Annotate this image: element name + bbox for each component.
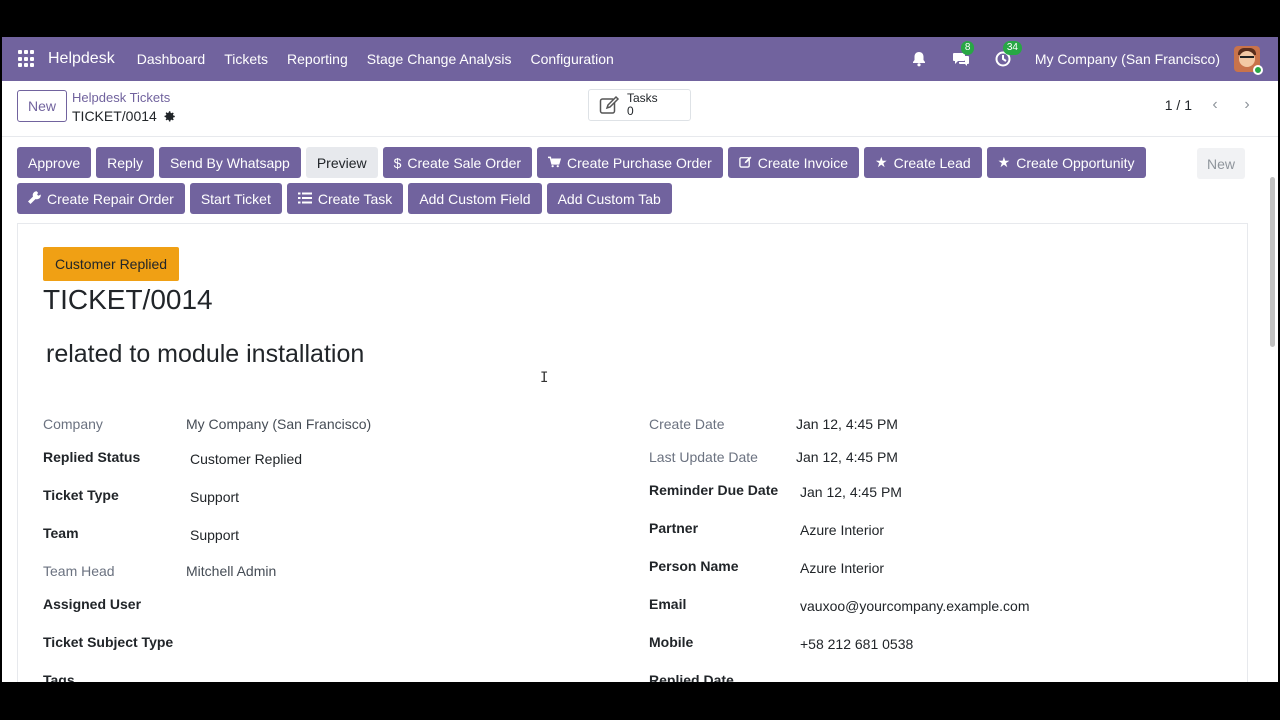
messages-icon[interactable]: 8 [951,41,975,69]
user-avatar[interactable] [1234,46,1263,75]
mobile-label: Mobile [649,634,694,650]
breadcrumb-current: TICKET/0014 [72,107,176,125]
mobile-field[interactable]: +58 212 681 0538 [800,636,913,652]
page-scrollbar[interactable] [1270,177,1275,347]
list-icon [297,191,312,207]
create-opportunity-button[interactable]: ★ Create Opportunity [986,147,1146,178]
stage-status-badge[interactable]: Customer Replied [43,247,180,281]
company-value: My Company (San Francisco) [186,416,372,432]
tags-label: Tags [43,672,75,682]
top-navbar: Helpdesk Dashboard Tickets Reporting Sta… [2,37,1278,81]
replied-status-label: Replied Status [43,449,141,465]
form-sheet: Customer Replied TICKET/0014 related to … [17,223,1248,682]
email-field[interactable]: vauxoo@yourcompany.example.com [800,598,1030,614]
breadcrumb-parent-link[interactable]: Helpdesk Tickets [72,90,176,106]
tasks-smart-button[interactable]: Tasks 0 [588,89,691,121]
tasks-count: 0 [627,104,634,118]
company-label: Company [43,416,103,432]
create-purchase-order-button[interactable]: Create Purchase Order [537,147,723,178]
apps-menu-icon[interactable] [18,50,36,68]
breadcrumb: Helpdesk Tickets TICKET/0014 [72,90,176,125]
replied-date-label: Replied Date [649,672,734,682]
new-button-secondary[interactable]: New [1197,148,1246,179]
ticket-type-field[interactable]: Support [190,489,239,505]
breadcrumb-current-label: TICKET/0014 [72,108,157,124]
action-row-1: Approve Reply Send By Whatsapp Preview $… [17,147,1177,178]
person-name-field[interactable]: Azure Interior [800,560,884,576]
pager: 1 / 1 ‹ › [1165,96,1256,114]
team-head-label: Team Head [43,563,115,579]
reply-button[interactable]: Reply [96,147,154,178]
gear-icon[interactable] [163,110,176,123]
activities-count-badge: 34 [1002,41,1022,55]
nav-configuration[interactable]: Configuration [531,51,614,67]
partner-field[interactable]: Azure Interior [800,522,884,538]
chevron-right-icon[interactable]: › [1238,96,1256,114]
new-record-button[interactable]: New [17,90,68,122]
company-switcher[interactable]: My Company (San Francisco) [1035,51,1220,67]
replied-status-field[interactable]: Customer Replied [190,451,302,467]
create-repair-order-button[interactable]: Create Repair Order [17,183,185,214]
add-custom-tab-button[interactable]: Add Custom Tab [546,183,672,214]
edit-tasks-icon [599,95,620,114]
nav-stage-change-analysis[interactable]: Stage Change Analysis [367,51,512,67]
header-action-buttons: Approve Reply Send By Whatsapp Preview $… [17,147,1177,219]
navbar-systray: 8 34 My Company (San Francisco) [909,37,1278,81]
activities-clock-icon[interactable]: 34 [993,41,1022,69]
action-row-2: Create Repair Order Start Ticket Create … [17,183,1177,214]
reminder-due-date-label: Reminder Due Date [649,482,779,498]
create-invoice-button[interactable]: Create Invoice [727,147,860,178]
last-update-date-label: Last Update Date [649,449,758,465]
team-field[interactable]: Support [190,527,239,543]
team-label: Team [43,525,79,541]
approve-button[interactable]: Approve [17,147,92,178]
ticket-type-label: Ticket Type [43,487,119,503]
online-status-dot [1253,65,1263,75]
star-icon: ★ [997,154,1011,170]
pager-value[interactable]: 1 / 1 [1165,97,1192,113]
team-head-value: Mitchell Admin [186,563,277,579]
nav-tickets[interactable]: Tickets [224,51,268,67]
create-date-value: Jan 12, 4:45 PM [796,416,898,432]
reminder-due-date-field[interactable]: Jan 12, 4:45 PM [800,484,902,500]
create-sale-order-button[interactable]: $ Create Sale Order [382,147,533,178]
app-brand[interactable]: Helpdesk [48,50,115,68]
create-lead-button[interactable]: ★ Create Lead [864,147,982,178]
wrench-icon [28,190,41,207]
email-label: Email [649,596,687,612]
last-update-date-value: Jan 12, 4:45 PM [796,449,898,465]
preview-button[interactable]: Preview [305,147,378,178]
dollar-icon: $ [393,154,402,171]
helpdesk-app: Helpdesk Dashboard Tickets Reporting Sta… [2,37,1278,682]
ticket-name[interactable]: TICKET/0014 [43,284,213,316]
add-custom-field-button[interactable]: Add Custom Field [408,183,542,214]
star-icon: ★ [875,154,888,170]
chevron-left-icon[interactable]: ‹ [1206,96,1224,114]
create-task-button[interactable]: Create Task [286,183,404,214]
control-panel: New Helpdesk Tickets TICKET/0014 Tasks 0… [2,81,1278,137]
cart-icon [548,155,562,171]
start-ticket-button[interactable]: Start Ticket [189,183,282,214]
nav-reporting[interactable]: Reporting [287,51,348,67]
text-cursor-icon: I [540,370,549,386]
ticket-subject-type-label: Ticket Subject Type [43,634,174,650]
partner-label: Partner [649,520,699,536]
create-date-label: Create Date [649,416,725,432]
messages-count-badge: 8 [960,41,975,55]
bell-icon[interactable] [909,49,929,69]
nav-dashboard[interactable]: Dashboard [137,51,206,67]
person-name-label: Person Name [649,558,739,574]
assigned-user-label: Assigned User [43,596,142,612]
edit-icon [739,155,752,171]
send-by-whatsapp-button[interactable]: Send By Whatsapp [158,147,301,178]
ticket-subject[interactable]: related to module installation [46,340,364,369]
